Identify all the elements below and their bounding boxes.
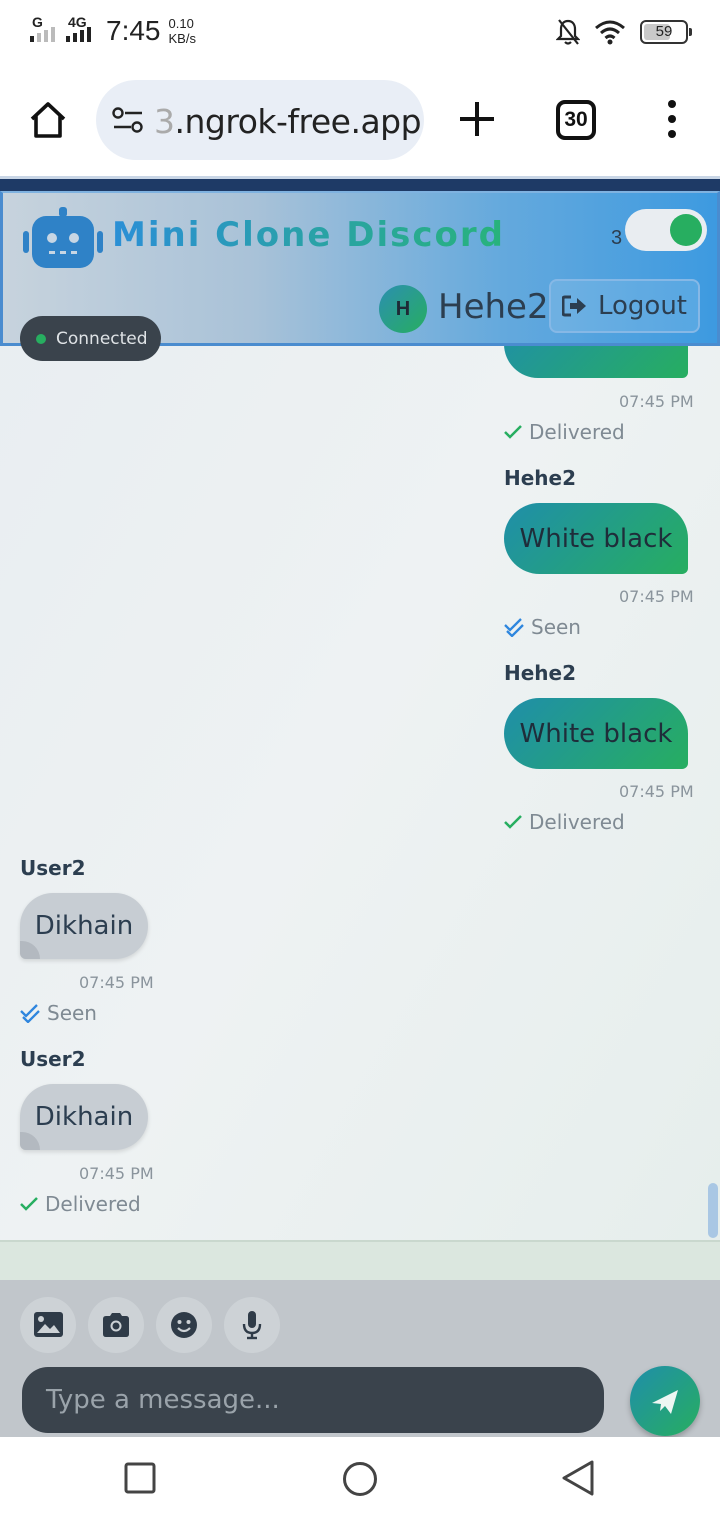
home-circle-icon[interactable]: [342, 1461, 378, 1497]
message-text: White black: [519, 523, 673, 554]
message-bubble-outgoing[interactable]: White black: [504, 698, 688, 769]
message-time: 07:45 PM: [619, 392, 694, 411]
message-status: Delivered: [503, 420, 625, 444]
check-icon: [20, 1197, 38, 1211]
check-icon: [504, 815, 522, 829]
connection-status-badge: Connected: [20, 316, 161, 361]
theme-toggle[interactable]: [625, 209, 707, 251]
emoji-button[interactable]: [156, 1297, 212, 1353]
battery-indicator: 59: [640, 20, 692, 44]
message-text: Dikhain: [34, 1102, 134, 1132]
status-dot: [36, 333, 46, 344]
message-input[interactable]: Type a message...: [22, 1367, 604, 1433]
app-top-strip: [0, 176, 720, 191]
network-speed: 0.10 KB/s: [168, 16, 196, 46]
message-time: 07:45 PM: [79, 1164, 154, 1183]
microphone-icon: [242, 1311, 262, 1340]
more-options-icon[interactable]: [664, 100, 680, 140]
voice-button[interactable]: [224, 1297, 280, 1353]
double-check-icon: [504, 618, 524, 637]
status-bar: G 4G 7:45 0.10 KB/s 59: [0, 0, 720, 64]
composer-divider: [0, 1240, 720, 1280]
message-sender: User2: [20, 1047, 86, 1071]
url-text: 3.ngrok-free.app: [154, 102, 422, 141]
message-bubble-incoming[interactable]: Dikhain: [20, 1084, 148, 1150]
message-status: Seen: [503, 615, 581, 639]
back-icon[interactable]: [560, 1459, 596, 1497]
message-bubble-incoming[interactable]: Dikhain: [20, 893, 148, 959]
wifi-icon: [595, 20, 625, 45]
signal-4g-icon: 4G: [66, 14, 96, 44]
message-text: White black: [519, 718, 673, 749]
message-bubble-outgoing[interactable]: White black: [504, 503, 688, 574]
signal-icon: G: [30, 14, 60, 44]
bell-off-icon: [556, 19, 580, 45]
recent-apps-icon[interactable]: [124, 1462, 156, 1494]
message-sender: User2: [20, 856, 86, 880]
browser-toolbar: 3.ngrok-free.app 30: [0, 64, 720, 176]
avatar: H: [379, 285, 427, 333]
logout-button[interactable]: Logout: [549, 279, 700, 333]
message-time: 07:45 PM: [619, 587, 694, 606]
message-time: 07:45 PM: [79, 973, 154, 992]
message-status: Seen: [19, 1001, 97, 1025]
message-sender: Hehe2: [504, 661, 577, 685]
message-time: 07:45 PM: [619, 782, 694, 801]
new-tab-icon[interactable]: [456, 98, 498, 140]
clock: 7:45: [106, 15, 161, 46]
home-icon[interactable]: [26, 98, 70, 142]
toggle-count: 3: [611, 227, 623, 249]
message-composer: Type a message...: [0, 1280, 720, 1437]
site-settings-icon[interactable]: [112, 106, 144, 134]
send-icon: [652, 1390, 678, 1414]
tab-switcher-button[interactable]: 30: [556, 100, 596, 140]
message-status: Delivered: [19, 1192, 141, 1216]
current-username: Hehe2: [438, 287, 549, 327]
message-sender: Hehe2: [504, 466, 577, 490]
url-bar[interactable]: 3.ngrok-free.app: [96, 80, 424, 160]
system-navigation-bar: [0, 1437, 720, 1520]
message-text: Dikhain: [34, 911, 134, 941]
app-title: Mini Clone Discord: [112, 215, 505, 255]
camera-icon: [103, 1313, 129, 1337]
check-icon: [504, 425, 522, 439]
send-button[interactable]: [630, 1366, 700, 1436]
attach-image-button[interactable]: [20, 1297, 76, 1353]
message-status: Delivered: [503, 810, 625, 834]
chat-scrollbar[interactable]: [708, 1183, 718, 1238]
double-check-icon: [20, 1004, 40, 1023]
camera-button[interactable]: [88, 1297, 144, 1353]
logout-icon: [561, 295, 586, 317]
robot-logo-icon: [23, 207, 103, 268]
smile-icon: [171, 1312, 197, 1338]
image-icon: [34, 1312, 63, 1337]
